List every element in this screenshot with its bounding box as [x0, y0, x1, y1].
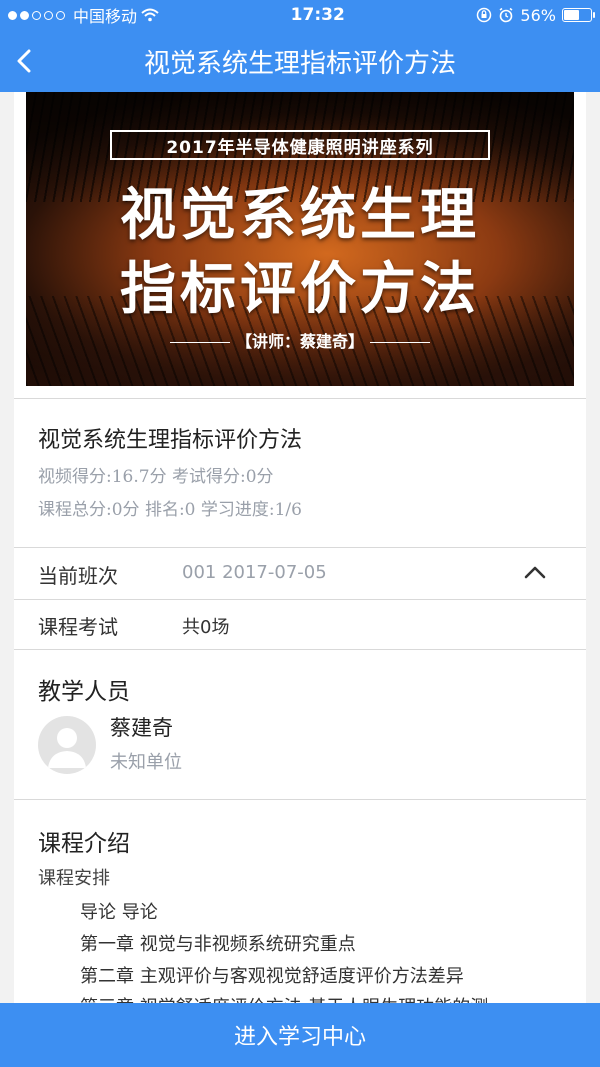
- outline-item: 导论 导论: [80, 902, 158, 923]
- divider: [14, 799, 586, 800]
- nav-bar: 视觉系统生理指标评价方法: [0, 30, 600, 92]
- enter-learning-center-button[interactable]: 进入学习中心: [0, 1003, 600, 1067]
- outline-item: 第一章 视觉与非视频系统研究重点: [80, 934, 356, 955]
- signal-icon: [8, 10, 65, 20]
- exam-count[interactable]: 共0场: [182, 613, 229, 639]
- battery-percent: 56%: [520, 5, 556, 25]
- app-header: 中国移动 17:32 56% 视觉系统生理指标评价方法: [0, 0, 600, 92]
- avatar[interactable]: [38, 716, 96, 774]
- class-value[interactable]: 001 2017-07-05: [182, 562, 327, 583]
- back-button[interactable]: [4, 30, 44, 92]
- chevron-left-icon: [17, 49, 31, 73]
- course-banner-image: 2017年半导体健康照明讲座系列 视觉系统生理 指标评价方法 【讲师：蔡建奇】: [26, 92, 574, 386]
- page-title: 视觉系统生理指标评价方法: [143, 48, 456, 79]
- course-detail: 2017年半导体健康照明讲座系列 视觉系统生理 指标评价方法 【讲师：蔡建奇】 …: [14, 92, 586, 1067]
- intro-subtitle: 课程安排: [38, 868, 110, 889]
- chevron-up-icon[interactable]: [522, 562, 548, 582]
- course-progress-line: 课程总分:0分 排名:0 学习进度:1/6: [38, 500, 302, 520]
- teacher-org: 未知单位: [110, 752, 182, 773]
- course-title: 视觉系统生理指标评价方法: [38, 428, 303, 453]
- divider: [14, 599, 586, 600]
- carrier-label: 中国移动: [73, 7, 138, 26]
- teachers-heading: 教学人员: [38, 679, 130, 705]
- clock: 17:32: [290, 5, 345, 25]
- wifi-icon: [141, 8, 159, 22]
- banner-lecturer: 【讲师：蔡建奇】: [26, 328, 574, 352]
- class-label: 当前班次: [38, 564, 118, 588]
- divider: [14, 649, 586, 650]
- status-bar: 中国移动 17:32 56%: [0, 0, 600, 30]
- divider: [14, 547, 586, 548]
- banner-series-label: 2017年半导体健康照明讲座系列: [110, 130, 490, 160]
- outline-item: 第二章 主观评价与客观视觉舒适度评价方法差异: [80, 966, 464, 987]
- rotation-lock-icon: [477, 7, 492, 23]
- banner-title-line1: 视觉系统生理: [120, 183, 480, 248]
- banner-title-line2: 指标评价方法: [120, 257, 480, 322]
- intro-heading: 课程介绍: [38, 831, 130, 857]
- exam-label: 课程考试: [38, 615, 118, 639]
- teacher-name[interactable]: 蔡建奇: [110, 712, 173, 742]
- alarm-icon: [499, 7, 513, 23]
- battery-icon: [561, 8, 595, 22]
- divider: [14, 398, 586, 399]
- user-silhouette-icon: [48, 728, 86, 768]
- course-score-line: 视频得分:16.7分 考试得分:0分: [38, 467, 274, 487]
